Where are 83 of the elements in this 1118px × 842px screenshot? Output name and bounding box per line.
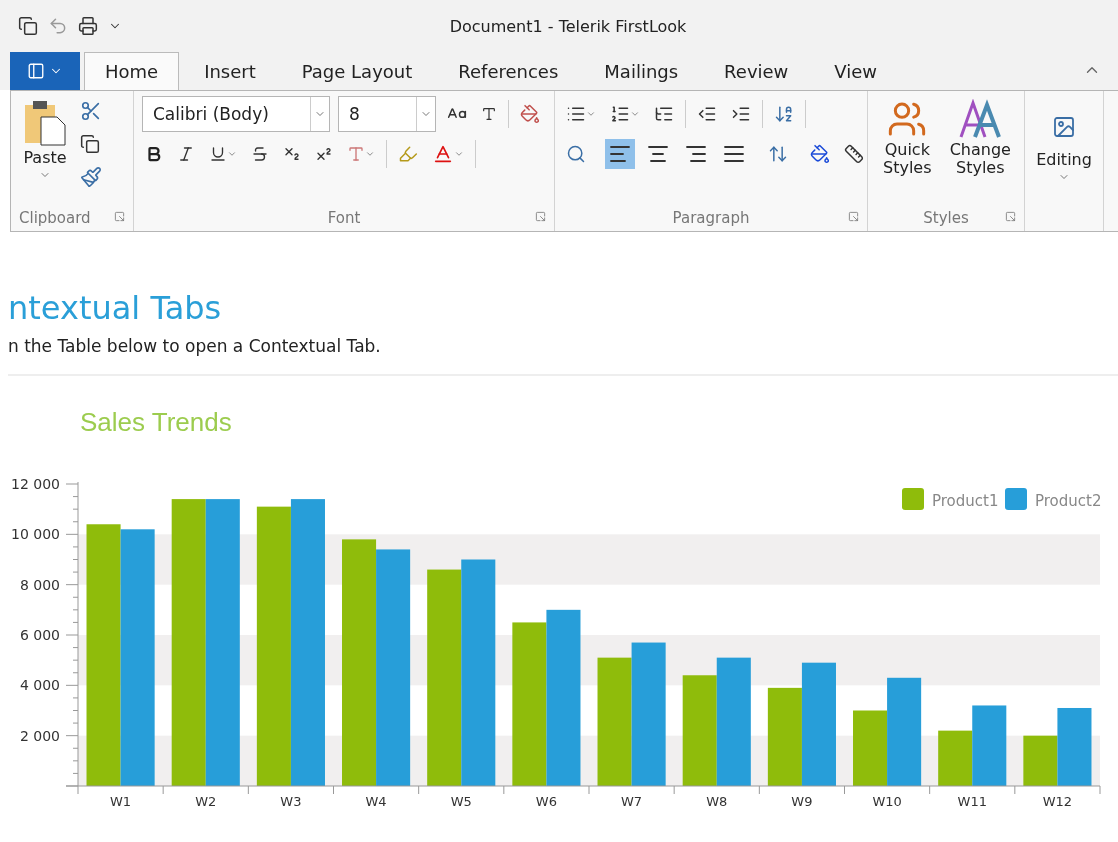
y-tick-label: 6 000 [19, 627, 60, 643]
letter-icon [481, 106, 497, 122]
chart-title: Sales Trends [80, 407, 232, 437]
bold-icon [145, 145, 163, 163]
ribbon-tab[interactable]: View [813, 52, 899, 90]
search-icon [566, 144, 586, 164]
ribbon-tab[interactable]: References [437, 52, 580, 90]
tree-list-icon [654, 104, 674, 124]
caret-icon [586, 109, 596, 119]
ribbon-tab[interactable]: Mailings [583, 52, 700, 90]
font-size-field[interactable]: 8 [338, 96, 436, 132]
undo-icon [48, 16, 68, 36]
x-tick-label: W7 [621, 794, 643, 809]
quick-styles-button[interactable]: Quick Styles [876, 97, 939, 205]
ribbon-tab[interactable]: Page Layout [280, 52, 434, 90]
x-tick-label: W10 [872, 794, 902, 809]
y-tick-label: 12 000 [11, 476, 60, 492]
y-tick-label: 8 000 [19, 576, 60, 593]
app-menu-button[interactable] [10, 52, 80, 90]
ribbon-tab[interactable]: Home [84, 52, 180, 90]
dialog-launcher-icon [535, 211, 546, 222]
bullet-list-icon [566, 104, 586, 124]
copy-icon [18, 16, 38, 36]
group-label: Styles [923, 209, 969, 227]
ruler-icon [844, 144, 864, 164]
caret-icon [630, 109, 640, 119]
letter-icon [347, 145, 365, 163]
sort-icon [774, 104, 794, 124]
window-title: Document1 - Telerik FirstLook [449, 16, 687, 36]
dialog-launcher-icon [1005, 211, 1016, 222]
highlighter-icon [398, 144, 418, 164]
clipboard-icon [23, 99, 67, 147]
x-tick-label: W9 [791, 794, 813, 809]
scissors-icon [80, 100, 102, 122]
x-tick-label: W11 [957, 794, 987, 809]
group-label: Paragraph [672, 209, 750, 227]
x-tick-label: W2 [195, 794, 217, 809]
x-tick-label: W3 [280, 794, 302, 809]
legend-label: Product1 [932, 492, 999, 510]
legend-label: Product2 [1035, 492, 1102, 510]
y-tick-label: 2 000 [19, 727, 60, 744]
x-tick-label: W12 [1042, 794, 1073, 809]
change-styles-button[interactable]: Change Styles [944, 97, 1016, 205]
numbered-list-icon [610, 104, 630, 124]
align-button[interactable] [605, 139, 635, 169]
editing-button[interactable]: Editing [1033, 113, 1095, 186]
x-tick-label: W6 [535, 794, 557, 809]
up-down-arrow-icon [768, 144, 788, 164]
instruction-text: n the Table below to open a Contextual Tab. [8, 336, 382, 356]
group-label: Font [327, 209, 361, 227]
indent-icon [731, 104, 751, 124]
bucket-icon [810, 144, 830, 164]
bucket-icon [520, 104, 540, 124]
y-tick-label: 10 000 [11, 526, 60, 543]
section-heading: ntextual Tabs [8, 288, 223, 328]
caret-icon [227, 149, 237, 159]
x-tick-label: W8 [706, 794, 728, 809]
italic-icon [177, 145, 195, 163]
subscript-icon [283, 145, 301, 163]
font-color-icon [432, 143, 454, 165]
font-name-field[interactable]: Calibri (Body) [142, 96, 330, 132]
superscript-icon [315, 145, 333, 163]
styles-letters-icon [957, 99, 1004, 139]
x-tick-label: W5 [450, 794, 472, 809]
dialog-launcher-icon [848, 211, 859, 222]
dialog-launcher-icon [114, 211, 125, 222]
ribbon-tab[interactable]: Review [703, 52, 810, 90]
x-tick-label: W1 [110, 794, 132, 809]
group-label: Clipboard [19, 209, 91, 227]
caret-icon [454, 149, 464, 159]
underline-icon [209, 145, 227, 163]
strikethrough-icon [251, 145, 269, 163]
image-icon [1052, 115, 1076, 139]
outdent-icon [697, 104, 717, 124]
panel-icon [27, 62, 45, 80]
print-icon [78, 16, 98, 36]
ribbon-tab[interactable]: Insert [183, 52, 277, 90]
y-tick-label: 4 000 [19, 677, 60, 694]
x-tick-label: W4 [365, 794, 387, 809]
caret-icon [365, 149, 375, 159]
paste-button[interactable]: Paste [19, 97, 71, 205]
copy-icon [80, 134, 100, 154]
paintbrush-icon [80, 166, 102, 188]
